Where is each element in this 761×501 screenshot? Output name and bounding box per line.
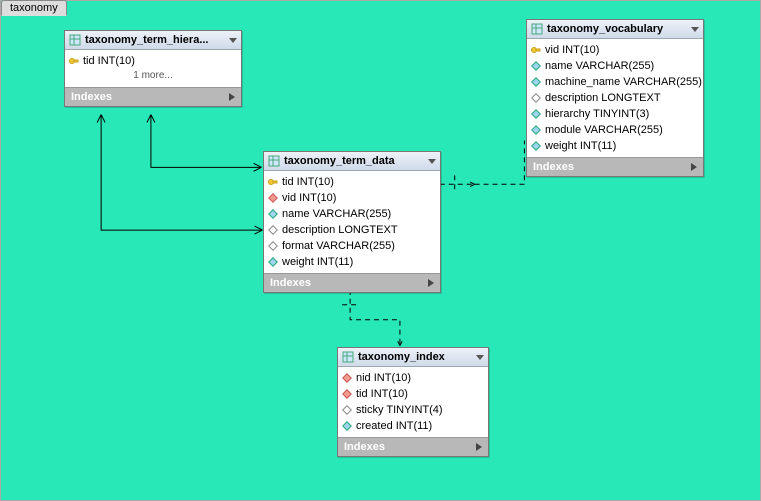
column-list: tid INT(10) vid INT(10) name VARCHAR(255… xyxy=(264,171,440,273)
table-row[interactable]: format VARCHAR(255) xyxy=(268,238,436,254)
column-label: format VARCHAR(255) xyxy=(282,240,395,252)
table-row[interactable]: nid INT(10) xyxy=(342,370,484,386)
column-label: tid INT(10) xyxy=(83,55,135,67)
key-icon xyxy=(531,45,541,55)
table-title: taxonomy_vocabulary xyxy=(547,23,687,35)
table-taxonomy-vocabulary[interactable]: taxonomy_vocabulary vid INT(10) name VAR… xyxy=(526,19,704,177)
attr-icon xyxy=(531,77,541,87)
indexes-section[interactable]: Indexes xyxy=(65,87,241,106)
chevron-down-icon xyxy=(229,38,237,43)
attr-icon xyxy=(531,61,541,71)
indexes-section[interactable]: Indexes xyxy=(338,437,488,456)
opt-icon xyxy=(531,93,541,103)
table-row[interactable]: vid INT(10) xyxy=(531,42,699,58)
table-icon xyxy=(342,351,354,363)
column-list: vid INT(10) name VARCHAR(255) machine_na… xyxy=(527,39,703,157)
column-label: description LONGTEXT xyxy=(545,92,661,104)
indexes-label: Indexes xyxy=(344,441,385,453)
chevron-down-icon xyxy=(428,159,436,164)
column-list: nid INT(10) tid INT(10) sticky TINYINT(4… xyxy=(338,367,488,437)
table-row[interactable]: tid INT(10) xyxy=(342,386,484,402)
table-row[interactable]: weight INT(11) xyxy=(531,138,699,154)
column-label: sticky TINYINT(4) xyxy=(356,404,443,416)
diagram-canvas: taxonomy taxonomy_term_hiera... ti xyxy=(0,0,761,501)
chevron-down-icon xyxy=(476,355,484,360)
table-header[interactable]: taxonomy_term_hiera... xyxy=(65,31,241,50)
table-taxonomy-term-hierarchy[interactable]: taxonomy_term_hiera... tid INT(10) 1 mor… xyxy=(64,30,242,107)
attr-icon xyxy=(531,109,541,119)
schema-tab[interactable]: taxonomy xyxy=(1,0,67,16)
column-label: tid INT(10) xyxy=(282,176,334,188)
attr-icon xyxy=(531,125,541,135)
chevron-down-icon xyxy=(691,27,699,32)
column-label: vid INT(10) xyxy=(545,44,599,56)
expand-icon xyxy=(229,93,235,101)
fk-icon xyxy=(342,389,352,399)
table-title: taxonomy_term_data xyxy=(284,155,424,167)
column-label: weight INT(11) xyxy=(545,140,616,152)
table-row[interactable]: hierarchy TINYINT(3) xyxy=(531,106,699,122)
table-row[interactable]: vid INT(10) xyxy=(268,190,436,206)
indexes-section[interactable]: Indexes xyxy=(527,157,703,176)
fk-icon xyxy=(268,193,278,203)
attr-icon xyxy=(268,209,278,219)
expand-icon xyxy=(476,443,482,451)
table-title: taxonomy_term_hiera... xyxy=(85,34,225,46)
table-taxonomy-term-data[interactable]: taxonomy_term_data tid INT(10) vid INT(1… xyxy=(263,151,441,293)
attr-icon xyxy=(268,257,278,267)
fk-icon xyxy=(342,373,352,383)
table-row[interactable]: name VARCHAR(255) xyxy=(531,58,699,74)
column-label: vid INT(10) xyxy=(282,192,336,204)
table-header[interactable]: taxonomy_index xyxy=(338,348,488,367)
column-label: created INT(11) xyxy=(356,420,432,432)
opt-icon xyxy=(342,405,352,415)
opt-icon xyxy=(268,241,278,251)
table-taxonomy-index[interactable]: taxonomy_index nid INT(10) tid INT(10) s… xyxy=(337,347,489,457)
table-row[interactable]: description LONGTEXT xyxy=(268,222,436,238)
table-row[interactable]: weight INT(11) xyxy=(268,254,436,270)
table-row[interactable]: module VARCHAR(255) xyxy=(531,122,699,138)
schema-tab-label: taxonomy xyxy=(10,2,58,14)
table-row[interactable]: tid INT(10) xyxy=(69,53,237,69)
table-row[interactable]: name VARCHAR(255) xyxy=(268,206,436,222)
column-label: tid INT(10) xyxy=(356,388,408,400)
column-label: name VARCHAR(255) xyxy=(282,208,391,220)
table-row[interactable]: sticky TINYINT(4) xyxy=(342,402,484,418)
indexes-section[interactable]: Indexes xyxy=(264,273,440,292)
indexes-label: Indexes xyxy=(270,277,311,289)
table-title: taxonomy_index xyxy=(358,351,472,363)
table-icon xyxy=(531,23,543,35)
table-icon xyxy=(268,155,280,167)
opt-icon xyxy=(268,225,278,235)
expand-icon xyxy=(691,163,697,171)
column-list: tid INT(10) 1 more... xyxy=(65,50,241,87)
table-row[interactable]: tid INT(10) xyxy=(268,174,436,190)
attr-icon xyxy=(342,421,352,431)
column-label: module VARCHAR(255) xyxy=(545,124,663,136)
table-row[interactable]: created INT(11) xyxy=(342,418,484,434)
table-row[interactable]: description LONGTEXT xyxy=(531,90,699,106)
column-label: weight INT(11) xyxy=(282,256,353,268)
column-label: nid INT(10) xyxy=(356,372,411,384)
indexes-label: Indexes xyxy=(533,161,574,173)
key-icon xyxy=(268,177,278,187)
column-label: hierarchy TINYINT(3) xyxy=(545,108,649,120)
expand-icon xyxy=(428,279,434,287)
table-header[interactable]: taxonomy_term_data xyxy=(264,152,440,171)
more-columns-label[interactable]: 1 more... xyxy=(69,69,237,84)
column-label: machine_name VARCHAR(255) xyxy=(545,76,702,88)
table-row[interactable]: machine_name VARCHAR(255) xyxy=(531,74,699,90)
table-icon xyxy=(69,34,81,46)
attr-icon xyxy=(531,141,541,151)
column-label: description LONGTEXT xyxy=(282,224,398,236)
key-icon xyxy=(69,56,79,66)
table-header[interactable]: taxonomy_vocabulary xyxy=(527,20,703,39)
indexes-label: Indexes xyxy=(71,91,112,103)
column-label: name VARCHAR(255) xyxy=(545,60,654,72)
